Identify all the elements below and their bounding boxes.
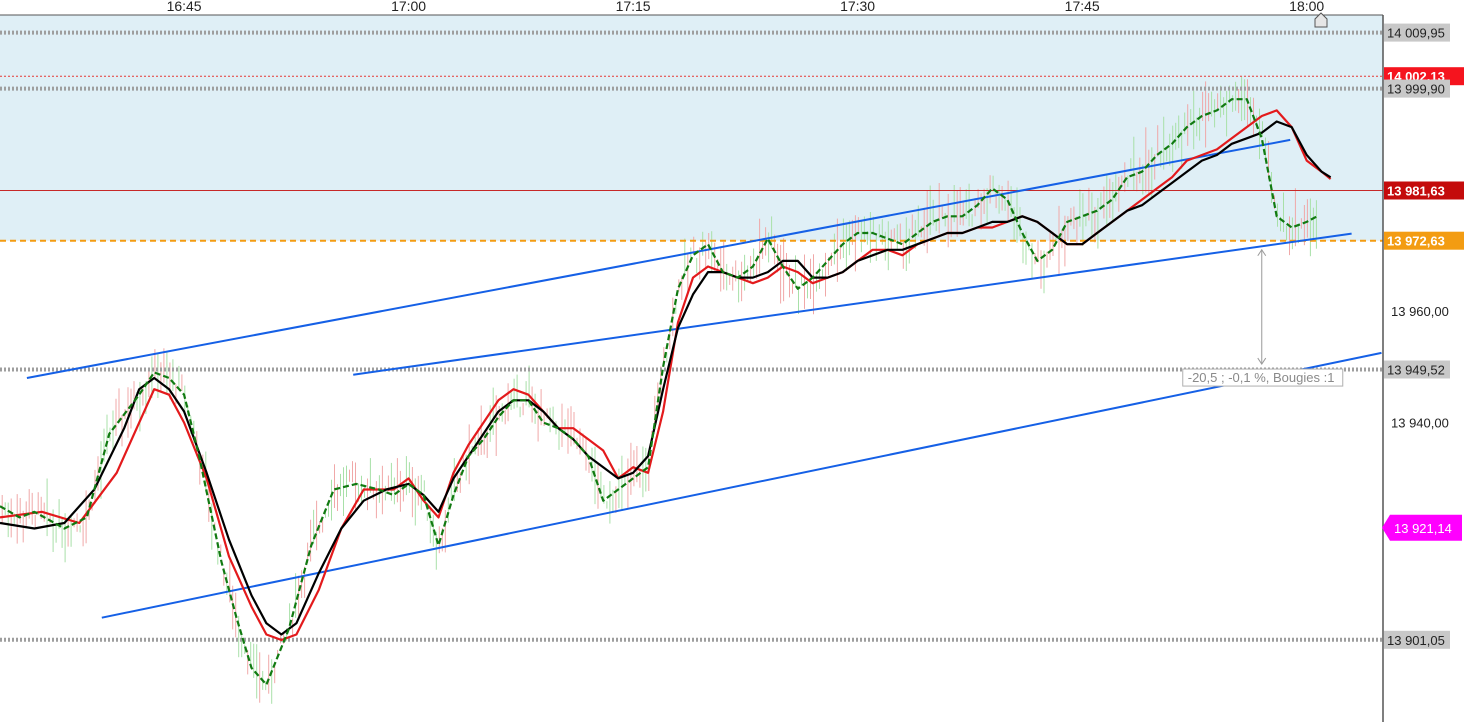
price-badge: 14 009,95 [1384,23,1450,42]
time-tick-label: 17:15 [616,0,651,14]
time-tick-label: 17:30 [840,0,875,14]
time-tick-label: 17:00 [391,0,426,14]
price-badge-label: 13 981,63 [1387,184,1445,199]
price-badge-label: 13 949,52 [1387,363,1445,378]
time-tick-label: 16:45 [167,0,202,14]
price-badge-label: 14 009,95 [1387,26,1445,41]
price-badge-label: 13 972,63 [1387,234,1445,249]
price-badge: 13 901,05 [1384,630,1450,649]
last-price-label: 13 921,14 [1394,521,1452,536]
price-badge: 13 999,90 [1384,79,1450,98]
price-badge: 13 981,63 [1384,181,1464,200]
price-tick-label: 13 940,00 [1391,416,1449,431]
price-badge: 13 949,52 [1384,360,1450,379]
price-badge: 13 972,63 [1384,231,1464,250]
price-badge-label: 13 999,90 [1387,82,1445,97]
price-chart[interactable]: -20,5 ; -0,1 %, Bougies :1 16:45 17:00 17:… [0,0,1465,722]
price-badge-label: 13 901,05 [1387,633,1445,648]
time-tick-label: 18:00 [1289,0,1324,14]
time-tick-label: 17:45 [1065,0,1100,14]
price-tick-label: 13 960,00 [1391,304,1449,319]
last-price-badge: 13 921,14 [1382,514,1462,541]
time-axis [0,0,1383,15]
measure-label: -20,5 ; -0,1 %, Bougies :1 [1188,370,1335,385]
